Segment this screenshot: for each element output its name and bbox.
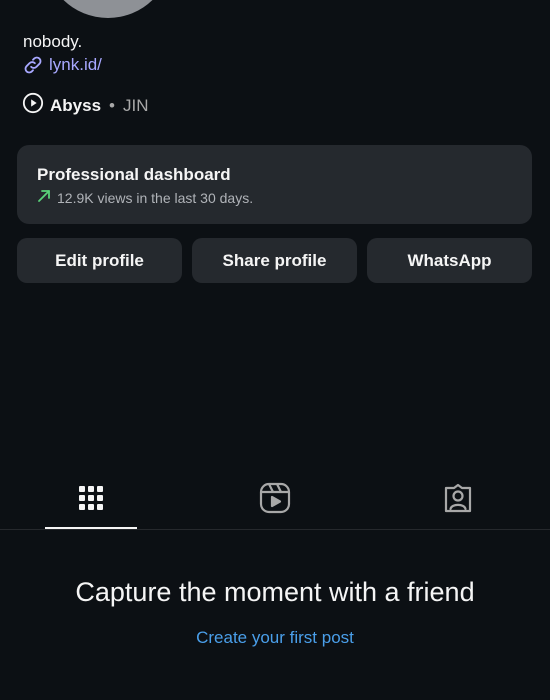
music-title: Abyss <box>50 95 102 115</box>
link-icon <box>22 54 44 76</box>
profile-page: nobody. lynk.id/ Abyss • JIN Professiona… <box>0 0 550 700</box>
music-artist: JIN <box>122 95 149 115</box>
profile-tabs <box>0 470 550 530</box>
play-icon <box>22 92 44 119</box>
trend-up-icon <box>37 189 51 206</box>
tab-tagged[interactable] <box>412 470 504 530</box>
reels-icon <box>259 482 291 519</box>
dashboard-title: Professional dashboard <box>37 165 231 184</box>
music-row[interactable]: Abyss • JIN <box>22 92 148 119</box>
share-profile-button[interactable]: Share profile <box>192 238 357 283</box>
dashboard-views: 12.9K views in the last 30 days. <box>57 189 254 206</box>
profile-name: nobody. <box>23 32 83 51</box>
profile-link[interactable]: lynk.id/ <box>22 54 102 76</box>
create-first-post-link[interactable]: Create your first post <box>0 628 550 648</box>
avatar[interactable] <box>44 0 172 18</box>
professional-dashboard-card[interactable]: Professional dashboard 12.9K views in th… <box>17 145 532 224</box>
tagged-icon <box>442 482 474 519</box>
edit-profile-button[interactable]: Edit profile <box>17 238 182 283</box>
music-separator: • <box>109 95 115 115</box>
profile-link-text[interactable]: lynk.id/ <box>49 55 102 75</box>
tab-reels[interactable] <box>229 470 321 530</box>
empty-state-title: Capture the moment with a friend <box>75 577 475 607</box>
dashboard-stats: 12.9K views in the last 30 days. <box>37 189 253 206</box>
tab-grid[interactable] <box>45 470 137 530</box>
whatsapp-button[interactable]: WhatsApp <box>367 238 532 283</box>
tabs-divider <box>0 529 550 530</box>
grid-icon <box>78 485 104 516</box>
